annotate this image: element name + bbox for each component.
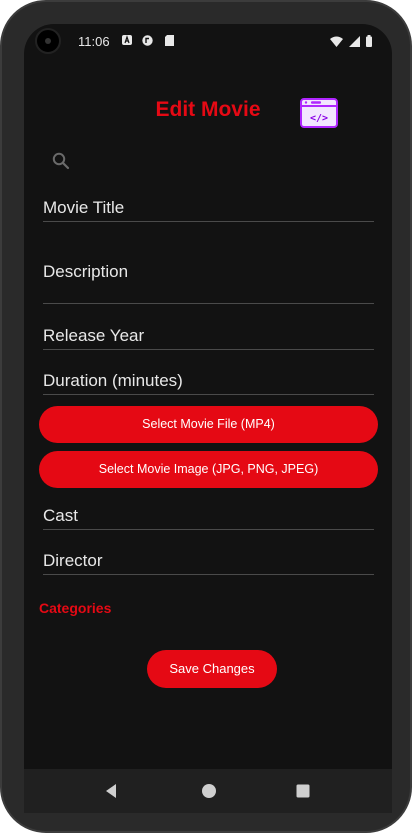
divider [43,303,374,304]
svg-text:</>: </> [310,113,328,124]
divider [43,349,374,350]
release-year-placeholder: Release Year [43,326,145,345]
phone-frame: 11:06 Edit Movie </> Movie Title Descrip… [0,0,412,833]
select-movie-image-button[interactable]: Select Movie Image (JPG, PNG, JPEG) [39,451,378,488]
battery-icon [366,34,372,52]
front-camera [35,28,61,54]
divider [43,574,374,575]
status-time: 11:06 [78,34,110,49]
code-window-icon[interactable]: </> [300,98,338,128]
cast-field[interactable]: Cast [43,504,374,530]
search-icon[interactable] [52,152,70,170]
wifi-icon [330,34,343,52]
divider [43,221,374,222]
divider [43,394,374,395]
system-icons [330,34,372,52]
duration-field[interactable]: Duration (minutes) [43,369,374,395]
categories-label: Categories [39,600,112,616]
app-screen: 11:06 Edit Movie </> Movie Title Descrip… [24,24,392,813]
save-changes-button[interactable]: Save Changes [147,650,277,688]
status-bar: 11:06 [24,24,392,60]
home-icon[interactable] [201,783,217,804]
cast-placeholder: Cast [43,506,78,525]
movie-title-field[interactable]: Movie Title [43,196,374,222]
select-movie-file-button[interactable]: Select Movie File (MP4) [39,406,378,443]
director-placeholder: Director [43,551,103,570]
director-field[interactable]: Director [43,549,374,575]
duration-placeholder: Duration (minutes) [43,371,183,390]
description-placeholder: Description [43,262,129,281]
back-icon[interactable] [103,783,119,804]
movie-title-placeholder: Movie Title [43,198,125,217]
navigation-bar [24,769,392,813]
divider [43,529,374,530]
sd-card-icon [164,35,174,46]
release-year-field[interactable]: Release Year [43,324,374,350]
signal-icon [349,34,360,52]
description-field[interactable]: Description [43,260,374,305]
a-letter-icon [122,35,132,46]
app-badge-icon [142,35,153,46]
recents-icon[interactable] [296,784,310,803]
